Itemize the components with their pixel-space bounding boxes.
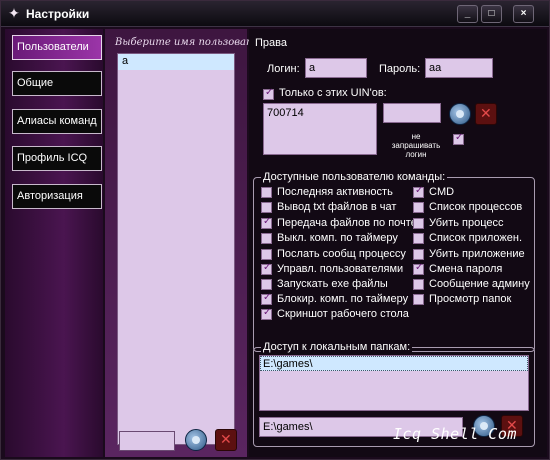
cmd-txt-to-chat-checkbox[interactable] <box>261 202 272 213</box>
app-icon: ✦ <box>8 5 20 21</box>
cmd-kill-app-label: Убить приложение <box>429 248 525 260</box>
cmd-send-mail-label: Передача файлов по почте <box>277 217 417 229</box>
nav-users[interactable]: Пользователи <box>12 35 102 60</box>
login-label: Логин: <box>267 63 300 75</box>
uin-only-label: Только с этих UIN'ов: <box>279 87 387 99</box>
login-field[interactable]: a <box>305 58 367 78</box>
no-ask-login-checkbox[interactable] <box>453 132 464 145</box>
uin-input[interactable] <box>383 103 441 123</box>
rights-panel: Права Логин: a Пароль: aa Только с этих … <box>249 29 547 457</box>
cmd-txt-to-chat-label: Вывод txt файлов в чат <box>277 201 397 213</box>
cmd-message-process-label: Послать сообщ процессу <box>277 248 406 260</box>
cmd-screenshot-checkbox[interactable] <box>261 307 272 320</box>
cmd-kill-process-label: Убить процесс <box>429 217 504 229</box>
watermark-text: Icq Shell Com <box>393 425 517 443</box>
settings-window: ✦ Настройки _ □ × Пользователи Общие Али… <box>0 0 550 460</box>
password-label: Пароль: <box>379 63 421 75</box>
cmd-manage-users-checkbox[interactable] <box>261 262 272 275</box>
cmd-cmd-checkbox[interactable] <box>413 185 424 198</box>
cmd-last-activity-label: Последняя активность <box>277 186 393 198</box>
settings-nav: Пользователи Общие Алиасы команд Профиль… <box>5 29 103 457</box>
window-title: Настройки <box>26 7 90 21</box>
add-user-icon[interactable] <box>185 429 207 451</box>
user-list-item[interactable]: a <box>118 54 234 70</box>
rights-heading: Права <box>255 37 287 49</box>
cmd-message-admin-label: Сообщение админу <box>429 278 530 290</box>
nav-general[interactable]: Общие <box>12 71 102 96</box>
folders-list[interactable]: E:\games\ <box>259 355 529 411</box>
close-button[interactable]: × <box>513 5 534 23</box>
cmd-kill-app-checkbox[interactable] <box>413 249 424 260</box>
cmd-screenshot-label: Скриншот рабочего стола <box>277 308 409 320</box>
cmd-message-admin-checkbox[interactable] <box>413 279 424 290</box>
new-user-input[interactable] <box>119 431 175 451</box>
cmd-run-exe-checkbox[interactable] <box>261 279 272 290</box>
no-ask-label-3: логин <box>405 150 427 159</box>
cmd-app-list-checkbox[interactable] <box>413 233 424 244</box>
cmd-change-password-label: Смена пароля <box>429 263 503 275</box>
cmd-last-activity-checkbox[interactable] <box>261 187 272 198</box>
cmd-lock-timer-checkbox[interactable] <box>261 292 272 305</box>
nav-authorization[interactable]: Авторизация <box>12 184 102 209</box>
uin-only-checkbox[interactable] <box>263 87 274 100</box>
minimize-button[interactable]: _ <box>457 5 478 23</box>
uin-list[interactable]: 700714 <box>263 103 377 155</box>
cmd-browse-folders-checkbox[interactable] <box>413 294 424 305</box>
cmd-process-list-label: Список процессов <box>429 201 523 213</box>
cmd-message-process-checkbox[interactable] <box>261 249 272 260</box>
commands-group-title: Доступные пользователю команды: <box>261 171 448 183</box>
users-panel: Выберите имя пользователя a <box>105 29 274 457</box>
password-field[interactable]: aa <box>425 58 493 78</box>
user-list[interactable]: a <box>117 53 235 445</box>
cmd-process-list-checkbox[interactable] <box>413 202 424 213</box>
nav-icq-profile[interactable]: Профиль ICQ <box>12 146 102 171</box>
title-bar: ✦ Настройки _ □ × <box>1 1 549 27</box>
folders-group-title: Доступ к локальным папкам: <box>261 341 413 353</box>
cmd-shutdown-timer-checkbox[interactable] <box>261 233 272 244</box>
folder-list-item[interactable]: E:\games\ <box>260 356 528 371</box>
cmd-lock-timer-label: Блокир. комп. по таймеру <box>277 293 409 305</box>
add-uin-icon[interactable] <box>449 103 471 125</box>
no-ask-label-2: запрашивать <box>391 141 441 150</box>
cmd-browse-folders-label: Просмотр папок <box>429 293 512 305</box>
cmd-change-password-checkbox[interactable] <box>413 262 424 275</box>
cmd-kill-process-checkbox[interactable] <box>413 218 424 229</box>
cmd-app-list-label: Список приложен. <box>429 232 523 244</box>
cmd-cmd-label: CMD <box>429 186 455 198</box>
cmd-manage-users-label: Управл. пользователями <box>277 263 404 275</box>
maximize-button[interactable]: □ <box>481 5 502 23</box>
cmd-send-mail-checkbox[interactable] <box>261 216 272 229</box>
cmd-shutdown-timer-label: Выкл. комп. по таймеру <box>277 232 398 244</box>
nav-command-aliases[interactable]: Алиасы команд <box>12 109 102 134</box>
cmd-run-exe-label: Запускать exe файлы <box>277 278 388 290</box>
delete-user-icon[interactable] <box>215 429 237 451</box>
no-ask-label-1: не <box>411 132 421 141</box>
delete-uin-icon[interactable] <box>475 103 497 125</box>
